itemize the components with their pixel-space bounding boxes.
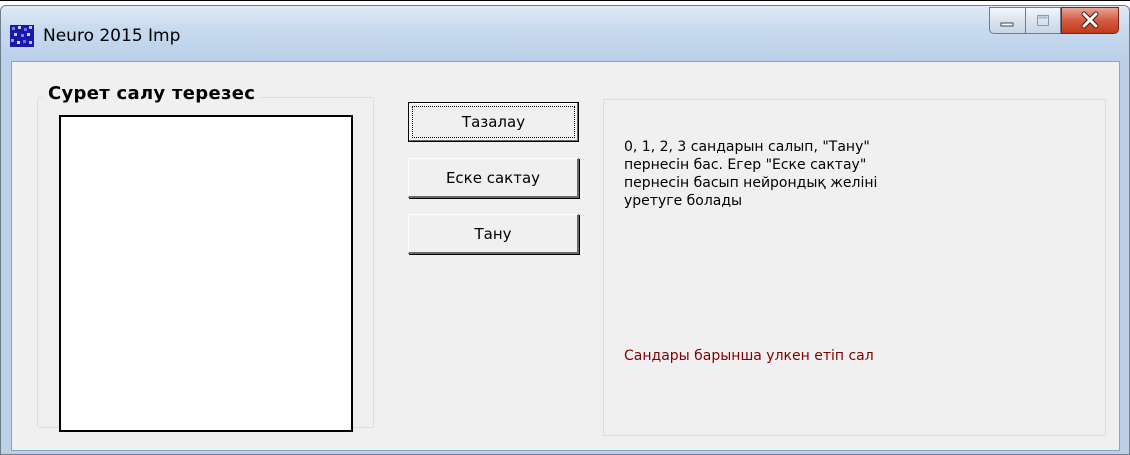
window-controls [989, 7, 1119, 35]
instructions-text: 0, 1, 2, 3 сандарын салып, "Тану" пернес… [624, 139, 878, 209]
recognize-button[interactable]: Тану [408, 214, 579, 254]
window-title: Neuro 2015 Imp [43, 26, 181, 46]
drawing-canvas[interactable] [59, 115, 353, 432]
remember-button[interactable]: Еске сактау [408, 158, 579, 198]
close-button[interactable] [1061, 7, 1119, 34]
screen-top-edge [0, 0, 1130, 1]
maximize-icon [1037, 15, 1049, 26]
info-panel: 0, 1, 2, 3 сандарын салып, "Тану" пернес… [603, 99, 1106, 436]
close-icon [1081, 11, 1099, 29]
hint-text: Сандары барынша улкен етіп сал [624, 348, 874, 364]
maximize-button[interactable] [1025, 7, 1061, 34]
minimize-button[interactable] [989, 7, 1025, 34]
minimize-icon [1000, 22, 1014, 27]
client-area: Сурет салу терезес Тазалау Еске сактау Т… [11, 61, 1120, 451]
clear-button[interactable]: Тазалау [408, 102, 579, 142]
drawing-group-title: Сурет салу терезес [43, 83, 261, 104]
title-bar[interactable]: Neuro 2015 Imp [1, 6, 1129, 61]
app-window: Neuro 2015 Imp Сурет салу терезес Тазала… [0, 5, 1130, 455]
app-icon [10, 25, 34, 47]
